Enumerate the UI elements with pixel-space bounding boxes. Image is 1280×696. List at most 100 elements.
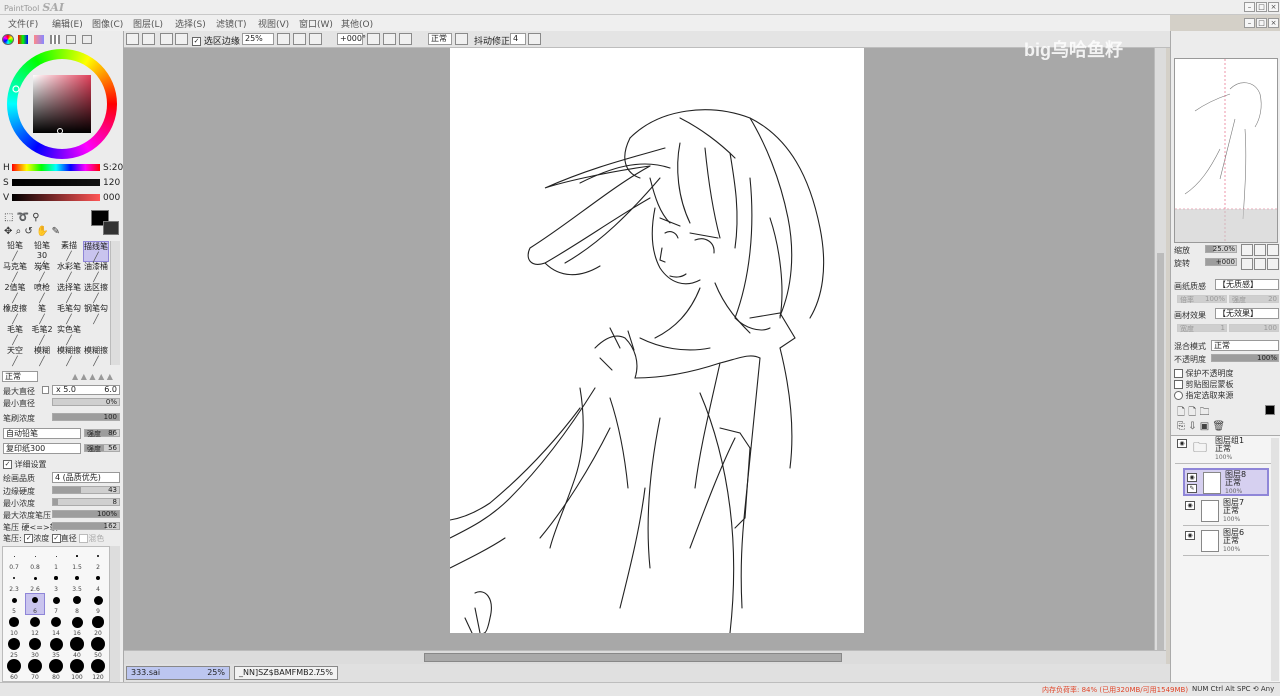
doc-minimize-button[interactable]: –: [1244, 18, 1255, 28]
rotate-icon[interactable]: ↺: [24, 226, 32, 237]
secondary-color-swatch[interactable]: [103, 221, 119, 235]
visibility-eye-icon[interactable]: ◉: [1187, 473, 1197, 482]
edge-hardness-slider[interactable]: 43: [52, 486, 120, 494]
menu-layer[interactable]: 图层(L): [133, 17, 163, 30]
pressure-hardness-slider[interactable]: 162: [52, 522, 120, 530]
nav-rotate-right-button[interactable]: [1254, 258, 1266, 270]
brush-texture-select[interactable]: 复印纸300: [3, 443, 81, 454]
eyedropper-icon[interactable]: ✎: [52, 226, 60, 237]
brush-size-dot[interactable]: [91, 637, 105, 651]
zoom-icon[interactable]: ⌕: [16, 226, 22, 237]
hue-slider[interactable]: [12, 164, 100, 171]
tool-button[interactable]: 马克笔 ╱: [2, 262, 28, 283]
rgb-slider-tab[interactable]: [18, 35, 28, 44]
brush-size-dot[interactable]: [28, 659, 42, 673]
brush-size-dot[interactable]: [34, 555, 36, 557]
brush-size-dot[interactable]: [73, 596, 81, 604]
layer-row[interactable]: ◉ 图层7 正常 100%: [1183, 498, 1269, 526]
file-tab-active[interactable]: 333.sai 25%: [126, 666, 230, 680]
saturation-slider[interactable]: [12, 179, 100, 186]
selection-edge-toggle[interactable]: ✓ 选区边缘: [192, 34, 240, 47]
menu-edit[interactable]: 编辑(E): [52, 17, 83, 30]
tool-button[interactable]: 选择笔 ╱: [56, 283, 82, 304]
brush-size-dot[interactable]: [93, 595, 103, 605]
visibility-eye-icon[interactable]: ◉: [1177, 439, 1187, 448]
effect-select[interactable]: 【无效果】: [1215, 308, 1279, 319]
tool-button[interactable]: 铅笔 ╱: [2, 241, 28, 262]
zoom-in-button[interactable]: [293, 33, 306, 45]
tool-button[interactable]: 笔 ╱: [29, 304, 55, 325]
lasso-icon[interactable]: ➰: [17, 212, 29, 223]
brush-size-dot[interactable]: [76, 555, 78, 557]
layer-list-scrollbar[interactable]: [1271, 438, 1279, 681]
brush-size-dot[interactable]: [92, 616, 104, 628]
pressure-blend-checkbox[interactable]: [79, 534, 89, 543]
file-tab-inactive[interactable]: _NN]SZ$BAMFMB2... 75%: [234, 666, 338, 680]
brush-mode-select[interactable]: 正常: [2, 371, 38, 382]
brush-size-dot[interactable]: [54, 576, 58, 580]
brush-size-dot[interactable]: [71, 616, 83, 628]
selection-source-toggle[interactable]: 指定选取来源: [1174, 390, 1234, 401]
tool-button[interactable]: 毛笔 ╱: [2, 325, 28, 346]
protect-opacity-checkbox[interactable]: [1174, 369, 1183, 378]
menu-select[interactable]: 选择(S): [175, 17, 206, 30]
menu-window[interactable]: 窗口(W): [299, 17, 333, 30]
min-density-slider[interactable]: 8: [52, 498, 120, 506]
rotate-left-button[interactable]: [367, 33, 380, 45]
brush-size-dot[interactable]: [55, 555, 57, 557]
brush-size-dot[interactable]: [75, 576, 79, 580]
tool-button[interactable]: 模糊 ╱: [29, 346, 55, 367]
rotate-reset-button[interactable]: [399, 33, 412, 45]
tool-button[interactable]: 2值笔 ╱: [2, 283, 28, 304]
doc-maximize-button[interactable]: □: [1256, 18, 1267, 28]
minimize-button[interactable]: –: [1244, 2, 1255, 12]
tool-button[interactable]: 模糊擦 ╱: [83, 346, 109, 367]
nav-rotate-reset-button[interactable]: [1267, 258, 1279, 270]
swatch-tab[interactable]: [50, 35, 60, 44]
rotate-right-button[interactable]: [383, 33, 396, 45]
menu-image[interactable]: 图像(C): [92, 17, 123, 30]
brush-size-dot[interactable]: [91, 659, 105, 673]
tool-grid-scrollbar[interactable]: [110, 241, 120, 365]
max-size-field[interactable]: x 5.0 6.0: [52, 385, 120, 395]
brush-size-dot[interactable]: [13, 555, 15, 557]
maximize-button[interactable]: □: [1256, 2, 1267, 12]
brush-size-dot[interactable]: [12, 576, 16, 580]
quality-select[interactable]: 4 (品质优先): [52, 472, 120, 483]
paper-scale-slider[interactable]: 倍率 100%: [1177, 295, 1227, 304]
value-slider[interactable]: [12, 194, 100, 201]
nav-zoom-slider[interactable]: 25.0%: [1205, 245, 1237, 253]
zoom-select[interactable]: 25%: [242, 33, 274, 45]
flip-button[interactable]: [455, 33, 468, 45]
brush-size-dot[interactable]: [7, 659, 21, 673]
brush-size-dot[interactable]: [97, 555, 99, 557]
tool-button[interactable]: 描线笔 ╱: [83, 241, 109, 263]
zoom-out-button[interactable]: [277, 33, 290, 45]
brush-size-dot[interactable]: [28, 637, 42, 651]
select-rect-icon[interactable]: ⬚: [4, 212, 13, 223]
scratchpad-tab[interactable]: [82, 35, 92, 44]
horizontal-scroll-thumb[interactable]: [424, 653, 842, 662]
brush-size-dot[interactable]: [52, 596, 60, 604]
visibility-eye-icon[interactable]: ◉: [1185, 531, 1195, 540]
menu-other[interactable]: 其他(O): [341, 17, 373, 30]
color-wheel[interactable]: [7, 49, 117, 159]
effect-width-slider[interactable]: 宽度 1: [1177, 324, 1227, 333]
selection-source-radio[interactable]: [1174, 391, 1183, 400]
mask-icon[interactable]: ▣: [1200, 421, 1209, 432]
tool-button[interactable]: 素描 ╱: [56, 241, 82, 262]
rotation-select[interactable]: +000°: [337, 33, 366, 45]
tool-button[interactable]: 毛笔勾 ╱: [56, 304, 82, 325]
select-all-button[interactable]: [126, 33, 139, 45]
nav-zoom-in-button[interactable]: [1254, 244, 1266, 256]
crop-button[interactable]: [175, 33, 188, 45]
blend-mode-select[interactable]: 正常: [428, 33, 452, 45]
max-pressure-slider[interactable]: 100%: [52, 510, 120, 518]
protect-opacity-toggle[interactable]: 保护不透明度: [1174, 368, 1234, 379]
magic-wand-icon[interactable]: ⚲: [32, 212, 39, 223]
new-vector-layer-icon[interactable]: 🗋: [1188, 407, 1196, 418]
paper-strength-slider[interactable]: 强度 20: [1229, 295, 1279, 304]
min-size-slider[interactable]: 0%: [52, 398, 120, 406]
tool-button[interactable]: 天空 ╱: [2, 346, 28, 367]
brush-size-dot[interactable]: [70, 659, 84, 673]
